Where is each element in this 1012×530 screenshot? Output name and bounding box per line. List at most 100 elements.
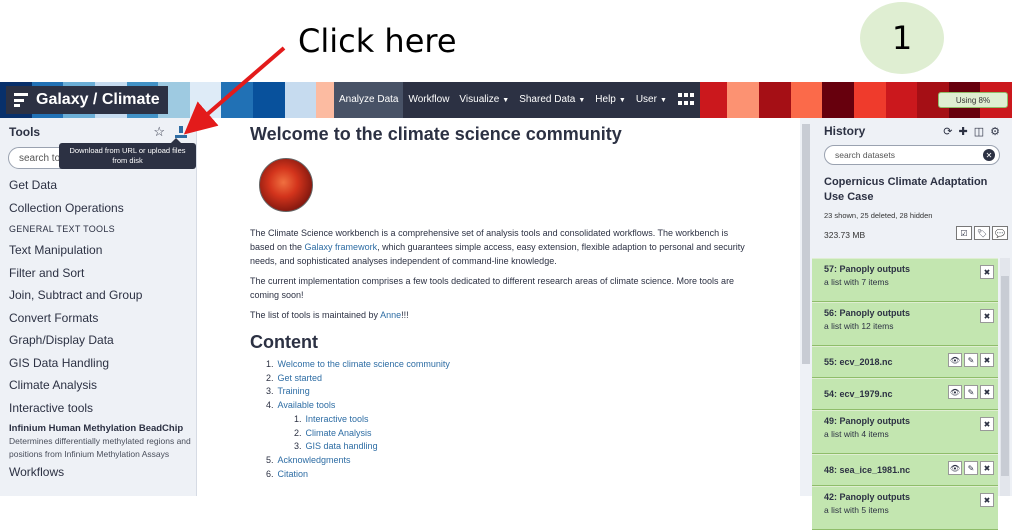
eye-icon[interactable]: 👁 bbox=[948, 385, 962, 399]
favorites-star-icon[interactable]: ☆ bbox=[153, 124, 165, 140]
dataset-title[interactable]: 57: Panoply outputs bbox=[824, 263, 998, 276]
dataset-item[interactable]: 54: ecv_1979.nc 👁 ✎ ✖ bbox=[812, 378, 998, 410]
anne-link[interactable]: Anne bbox=[380, 310, 401, 320]
tool-section-filter-and-sort[interactable]: Filter and Sort bbox=[9, 262, 191, 285]
toc-item: 2. Get started bbox=[266, 372, 450, 386]
caret-down-icon: ▼ bbox=[659, 96, 667, 104]
columns-icon[interactable]: ◫ bbox=[974, 125, 984, 138]
clear-search-icon[interactable]: ✕ bbox=[983, 149, 995, 161]
dataset-item[interactable]: 57: Panoply outputs a list with 7 items ✖ bbox=[812, 258, 998, 302]
toc-item: 4. Available tools bbox=[266, 399, 450, 413]
featured-tool-description: Determines differentially methylated reg… bbox=[9, 436, 191, 459]
history-search-input[interactable]: search datasets ✕ bbox=[824, 145, 1000, 165]
eye-icon[interactable]: 👁 bbox=[948, 461, 962, 475]
gear-icon[interactable]: ⚙ bbox=[990, 125, 1000, 138]
pencil-icon[interactable]: ✎ bbox=[964, 385, 978, 399]
delete-icon[interactable]: ✖ bbox=[980, 461, 994, 475]
nav-shared-data[interactable]: Shared Data bbox=[514, 82, 576, 118]
toc-number: 3. bbox=[294, 441, 302, 452]
tool-panel: Tools ☆ search to Get Data Collection Op… bbox=[0, 118, 197, 496]
tool-panel-title: Tools bbox=[9, 125, 41, 139]
history-size: 323.73 MB bbox=[824, 230, 866, 240]
history-scrollbar[interactable] bbox=[1000, 258, 1010, 496]
history-name[interactable]: Copernicus Climate Adaptation Use Case bbox=[824, 175, 1000, 205]
center-panel: Welcome to the climate science community… bbox=[200, 118, 798, 496]
tool-section-workflows[interactable]: Workflows bbox=[9, 461, 191, 484]
dataset-item[interactable]: 56: Panoply outputs a list with 12 items ✖ bbox=[812, 302, 998, 346]
dataset-title[interactable]: 49: Panoply outputs bbox=[824, 415, 998, 428]
masthead: Galaxy / Climate Analyze Data Workflow Vis… bbox=[0, 82, 1012, 118]
maintainer-paragraph: The list of tools is maintained by Anne!… bbox=[250, 310, 409, 320]
content-heading: Content bbox=[250, 332, 318, 352]
nav-analyze-data[interactable]: Analyze Data bbox=[334, 82, 404, 118]
tool-section-graph-display-data[interactable]: Graph/Display Data bbox=[9, 329, 191, 352]
tool-section-collection-operations[interactable]: Collection Operations bbox=[9, 197, 191, 220]
toc-link[interactable]: Citation bbox=[278, 468, 309, 482]
delete-icon[interactable]: ✖ bbox=[980, 353, 994, 367]
brand-link[interactable]: Galaxy / Climate bbox=[6, 86, 168, 114]
toc-link[interactable]: Climate Analysis bbox=[306, 427, 372, 441]
step-number-badge: 1 bbox=[860, 2, 944, 74]
upload-icon[interactable] bbox=[175, 126, 187, 138]
delete-icon[interactable]: ✖ bbox=[980, 493, 994, 507]
toc-number: 2. bbox=[266, 372, 274, 383]
eye-icon[interactable]: 👁 bbox=[948, 353, 962, 367]
nav-visualize[interactable]: Visualize bbox=[454, 82, 500, 118]
tool-section-convert-formats[interactable]: Convert Formats bbox=[9, 307, 191, 330]
toc-link[interactable]: Get started bbox=[278, 372, 323, 386]
upload-tooltip: Download from URL or upload files from d… bbox=[59, 138, 196, 169]
dataset-item[interactable]: 42: Panoply outputs a list with 5 items ✖ bbox=[812, 486, 998, 530]
toc-item: 5. Acknowledgments bbox=[266, 454, 450, 468]
toc-link[interactable]: Training bbox=[278, 385, 310, 399]
grid-icon[interactable] bbox=[677, 93, 694, 107]
intro-paragraph: The Climate Science workbench is a compr… bbox=[250, 228, 745, 266]
galaxy-framework-link[interactable]: Galaxy framework bbox=[305, 242, 378, 252]
dataset-title[interactable]: 42: Panoply outputs bbox=[824, 491, 998, 504]
tool-section-get-data[interactable]: Get Data bbox=[9, 174, 191, 197]
table-of-contents: 1. Welcome to the climate science communi… bbox=[266, 358, 450, 481]
toc-link[interactable]: Welcome to the climate science community bbox=[278, 358, 450, 372]
new-history-icon[interactable]: ✚ bbox=[959, 125, 968, 138]
refresh-icon[interactable]: ⟳ bbox=[943, 125, 952, 138]
dataset-item[interactable]: 48: sea_ice_1981.nc 👁 ✎ ✖ bbox=[812, 454, 998, 486]
implementation-paragraph: The current implementation comprises a f… bbox=[250, 276, 735, 300]
select-all-icon[interactable]: ☑ bbox=[956, 226, 972, 240]
tool-section-join-subtract-and-group[interactable]: Join, Subtract and Group bbox=[9, 284, 191, 307]
delete-icon[interactable]: ✖ bbox=[980, 265, 994, 279]
toc-item: 1. Welcome to the climate science communi… bbox=[266, 358, 450, 372]
tool-section-climate-analysis[interactable]: Climate Analysis bbox=[9, 374, 191, 397]
tool-section-gis-data-handling[interactable]: GIS Data Handling bbox=[9, 352, 191, 375]
toc-link[interactable]: Acknowledgments bbox=[278, 454, 351, 468]
featured-tool-title[interactable]: Infinium Human Methylation BeadChip bbox=[9, 422, 191, 435]
tags-icon[interactable]: 🏷 bbox=[974, 226, 990, 240]
nav-help[interactable]: Help bbox=[590, 82, 617, 118]
toc-item: 1. Interactive tools bbox=[266, 413, 450, 427]
nav-workflow[interactable]: Workflow bbox=[403, 82, 454, 118]
nav-user[interactable]: User bbox=[631, 82, 658, 118]
tool-section-heading: GENERAL TEXT TOOLS bbox=[9, 224, 115, 234]
delete-icon[interactable]: ✖ bbox=[980, 385, 994, 399]
dataset-item[interactable]: 55: ecv_2018.nc 👁 ✎ ✖ bbox=[812, 346, 998, 378]
delete-icon[interactable]: ✖ bbox=[980, 309, 994, 323]
history-panel: History ⟳ ✚ ◫ ⚙ search datasets ✕ Copern… bbox=[812, 118, 1012, 530]
quota-meter[interactable]: Using 8% bbox=[938, 92, 1008, 108]
pencil-icon[interactable]: ✎ bbox=[964, 461, 978, 475]
dataset-title[interactable]: 56: Panoply outputs bbox=[824, 307, 998, 320]
annotation-icon[interactable]: 💬 bbox=[992, 226, 1008, 240]
toc-link[interactable]: Available tools bbox=[278, 399, 336, 413]
dataset-list: 57: Panoply outputs a list with 7 items ✖ 5… bbox=[812, 258, 998, 530]
dataset-item[interactable]: 49: Panoply outputs a list with 4 items ✖ bbox=[812, 410, 998, 454]
top-navigation: Analyze Data Workflow Visualize ▼ Shared Dat… bbox=[334, 82, 700, 118]
toc-number: 1. bbox=[266, 359, 274, 369]
delete-icon[interactable]: ✖ bbox=[980, 417, 994, 431]
toc-link[interactable]: Interactive tools bbox=[306, 413, 369, 427]
annotation-click-here: Click here bbox=[298, 22, 457, 60]
dataset-subtitle: a list with 5 items bbox=[824, 505, 889, 515]
center-scrollbar[interactable] bbox=[800, 118, 812, 496]
caret-down-icon: ▼ bbox=[502, 96, 510, 104]
pencil-icon[interactable]: ✎ bbox=[964, 353, 978, 367]
caret-down-icon: ▼ bbox=[578, 96, 586, 104]
toc-link[interactable]: GIS data handling bbox=[306, 440, 378, 454]
tool-section-interactive-tools[interactable]: Interactive tools bbox=[9, 397, 191, 420]
tool-section-text-manipulation[interactable]: Text Manipulation bbox=[9, 239, 191, 262]
